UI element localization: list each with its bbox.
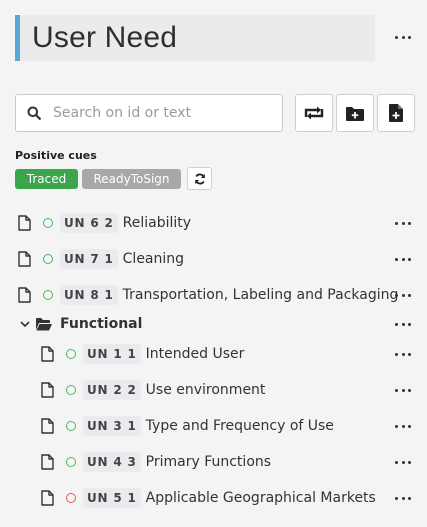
item-more-menu-icon[interactable] [395,385,411,395]
list-item[interactable]: UN 6 2 Reliability [18,211,191,235]
document-icon [18,251,31,267]
item-more-menu-icon[interactable] [395,254,411,264]
status-indicator [43,254,53,264]
add-document-icon [389,104,403,122]
header-more-menu-icon[interactable] [395,32,411,42]
item-label: Reliability [122,215,192,231]
list-item[interactable]: UN 7 1 Cleaning [18,247,184,271]
document-icon [41,454,54,470]
list-item[interactable]: UN 4 3 Primary Functions [41,450,271,474]
item-label: Primary Functions [145,454,272,470]
search-input[interactable] [53,105,263,121]
page-header: User Need [15,15,375,61]
search-box[interactable] [15,94,283,132]
ready-to-sign-badge[interactable]: ReadyToSign [82,169,181,189]
status-indicator [66,385,76,395]
status-indicator [66,421,76,431]
list-item[interactable]: UN 2 2 Use environment [41,378,265,402]
sync-icon [304,106,324,120]
item-id-chip: UN 4 3 [83,452,141,472]
list-item[interactable]: UN 8 1 Transportation, Labeling and Pack… [18,283,398,307]
folder-open-icon [36,317,52,330]
traced-badge[interactable]: Traced [15,169,78,189]
refresh-cues-button[interactable] [187,167,212,190]
item-label: Type and Frequency of Use [145,418,334,434]
item-more-menu-icon[interactable] [395,290,411,300]
chevron-down-icon[interactable] [20,320,30,328]
item-id-chip: UN 3 1 [83,416,141,436]
item-id-chip: UN 8 1 [60,285,118,305]
status-indicator [66,493,76,503]
item-more-menu-icon[interactable] [395,421,411,431]
list-item[interactable]: UN 3 1 Type and Frequency of Use [41,414,334,438]
status-indicator [66,457,76,467]
item-more-menu-icon[interactable] [395,349,411,359]
list-item[interactable]: UN 1 1 Intended User [41,342,244,366]
folder-label: Functional [60,316,143,332]
item-more-menu-icon[interactable] [395,218,411,228]
item-id-chip: UN 5 1 [83,488,141,508]
item-label: Applicable Geographical Markets [145,490,376,506]
document-icon [41,490,54,506]
document-icon [41,382,54,398]
list-item[interactable]: UN 5 1 Applicable Geographical Markets [41,486,376,510]
refresh-icon [194,173,205,184]
status-indicator [43,290,53,300]
item-id-chip: UN 1 1 [83,344,141,364]
item-more-menu-icon[interactable] [395,457,411,467]
document-icon [41,346,54,362]
status-indicator [66,349,76,359]
item-label: Use environment [145,382,266,398]
document-icon [18,215,31,231]
document-icon [18,287,31,303]
item-label: Intended User [145,346,245,362]
sync-button[interactable] [295,94,333,132]
folder-functional[interactable]: Functional [20,313,142,335]
item-label: Cleaning [122,251,185,267]
add-folder-button[interactable] [336,94,374,132]
add-document-button[interactable] [377,94,415,132]
item-id-chip: UN 2 2 [83,380,141,400]
add-folder-icon [346,106,364,121]
positive-cues-label: Positive cues [15,149,97,162]
folder-more-menu-icon[interactable] [395,319,411,329]
page-title: User Need [32,21,178,54]
status-indicator [43,218,53,228]
item-id-chip: UN 6 2 [60,213,118,233]
item-id-chip: UN 7 1 [60,249,118,269]
item-label: Transportation, Labeling and Packaging [122,287,399,303]
item-more-menu-icon[interactable] [395,493,411,503]
search-icon [27,106,41,120]
document-icon [41,418,54,434]
